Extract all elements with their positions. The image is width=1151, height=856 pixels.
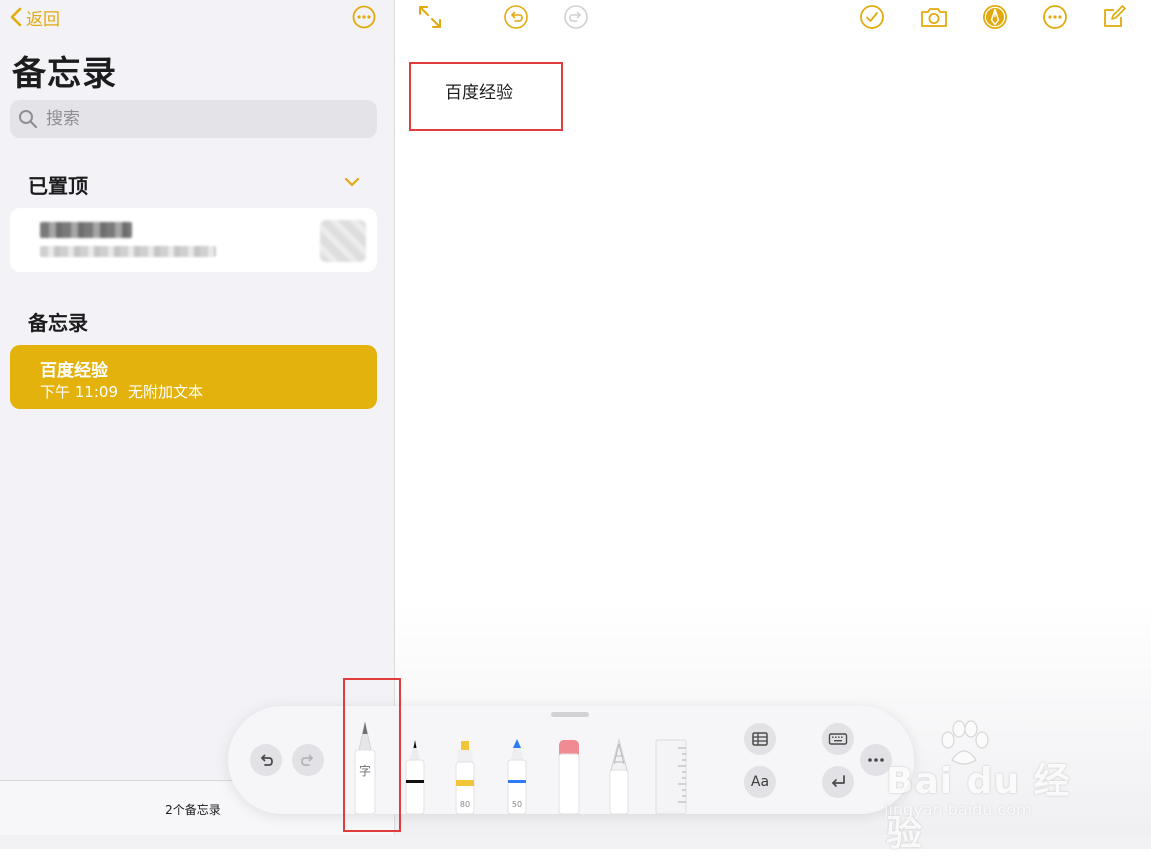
redo-icon[interactable] [563, 4, 589, 30]
blurred-note-thumbnail [320, 220, 366, 262]
checklist-icon[interactable] [859, 4, 885, 30]
note-item-preview: 无附加文本 [128, 383, 204, 401]
bottom-strip [0, 835, 1151, 849]
handwriting-tool-label: 字 [358, 764, 371, 778]
note-item-title: 百度经验 [40, 361, 108, 381]
more-options-icon[interactable] [352, 5, 376, 29]
camera-icon[interactable] [919, 4, 949, 30]
keyboard-icon [828, 733, 848, 745]
monoline-pen-tool[interactable]: 50 [504, 738, 530, 815]
redo-arrow-icon [301, 754, 313, 766]
ruler-tool[interactable] [654, 738, 688, 815]
highlighter-tool[interactable]: 80 [452, 738, 478, 815]
table-button[interactable] [744, 723, 776, 755]
palette-more-button[interactable] [860, 744, 892, 776]
pen-icon [405, 740, 425, 815]
return-button[interactable] [822, 766, 854, 798]
ellipsis-icon [868, 758, 884, 762]
highlighter-size: 80 [459, 800, 471, 809]
palette-undo-button[interactable] [250, 744, 282, 776]
note-list-item-selected[interactable]: 百度经验 下午 11:09 无附加文本 [10, 345, 377, 409]
table-icon [752, 732, 768, 746]
keyboard-button[interactable] [822, 723, 854, 755]
lasso-icon [609, 738, 629, 815]
markup-tool-palette: 字 80 50 Aa [228, 678, 914, 832]
pinned-section-title: 已置顶 [28, 174, 88, 198]
notes-section-title: 备忘录 [28, 311, 88, 335]
eraser-tool[interactable] [556, 738, 582, 815]
search-icon [19, 110, 38, 129]
more-icon[interactable] [1042, 4, 1068, 30]
handwriting-tool[interactable]: 字 [350, 720, 380, 815]
back-label: 返回 [26, 9, 60, 30]
blurred-note-preview [40, 246, 216, 257]
page-title: 备忘录 [12, 54, 117, 94]
pen-size: 50 [511, 800, 523, 809]
back-button[interactable]: 返回 [10, 5, 60, 30]
lasso-tool[interactable] [606, 738, 632, 815]
compose-icon[interactable] [1101, 4, 1127, 30]
return-icon [832, 775, 845, 787]
eraser-icon [558, 740, 580, 815]
palette-redo-button[interactable] [292, 744, 324, 776]
ruler-icon [655, 739, 687, 815]
search-bar[interactable] [10, 100, 377, 138]
search-input[interactable] [44, 108, 368, 130]
markup-pen-icon[interactable] [982, 4, 1008, 30]
undo-icon[interactable] [503, 4, 529, 30]
chevron-down-icon[interactable] [343, 173, 361, 191]
undo-arrow-icon [261, 754, 273, 766]
text-style-button[interactable]: Aa [744, 766, 776, 798]
chevron-left-icon [10, 7, 22, 27]
blurred-note-title [40, 222, 132, 238]
palette-grabber[interactable] [551, 712, 589, 717]
expand-icon[interactable] [417, 4, 443, 30]
note-body-text[interactable]: 百度经验 [445, 78, 513, 103]
pinned-note-item[interactable] [10, 208, 377, 272]
pen-tool[interactable] [402, 738, 428, 815]
note-item-time: 下午 11:09 [40, 383, 118, 401]
text-style-label: Aa [750, 774, 770, 790]
